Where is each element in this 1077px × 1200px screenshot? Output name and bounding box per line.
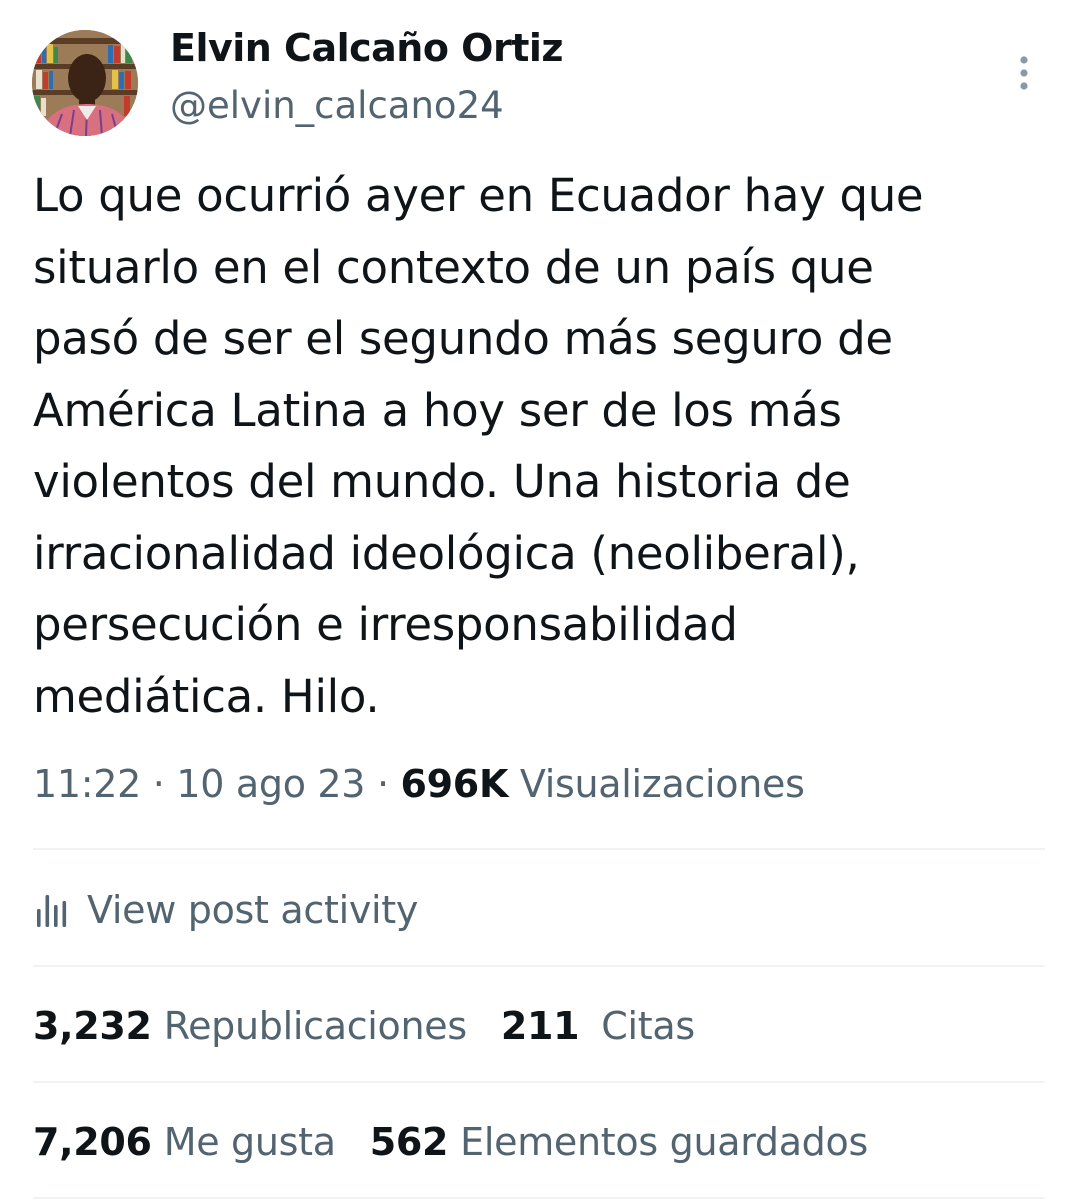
tweet-date[interactable]: 10 ago 23: [176, 762, 365, 806]
view-post-activity-label: View post activity: [87, 888, 419, 932]
views-label: Visualizaciones: [519, 762, 805, 806]
tweet-text: Lo que ocurrió ayer en Ecuador hay que s…: [33, 169, 924, 723]
bookmarks-count: 562: [369, 1120, 449, 1164]
likes-count: 7,206: [33, 1120, 152, 1164]
divider: [33, 1081, 1045, 1083]
views-count: 696K: [400, 762, 509, 806]
view-post-activity-link[interactable]: View post activity: [33, 882, 418, 938]
bookmarks-stat[interactable]: 562 Elementos guardados: [369, 1120, 869, 1164]
bookmarks-label: Elementos guardados: [460, 1120, 868, 1164]
avatar[interactable]: [32, 30, 138, 136]
stats-row-reposts-quotes: 3,232 Republicaciones 211 Citas: [33, 998, 695, 1054]
reposts-label: Republicaciones: [163, 1004, 467, 1048]
reposts-stat[interactable]: 3,232 Republicaciones: [33, 1004, 467, 1048]
meta-separator: ·: [376, 762, 389, 806]
divider: [33, 848, 1045, 850]
reposts-count: 3,232: [33, 1004, 152, 1048]
author-display-name[interactable]: Elvin Calcaño Ortiz: [170, 26, 564, 70]
stats-row-likes-bookmarks: 7,206 Me gusta 562 Elementos guardados: [33, 1114, 868, 1170]
tweet-meta: 11:22 · 10 ago 23 · 696K Visualizaciones: [33, 762, 805, 806]
quotes-count: 211: [500, 1004, 580, 1048]
meta-separator: ·: [152, 762, 165, 806]
likes-label: Me gusta: [163, 1120, 336, 1164]
bar-chart-icon: [37, 895, 67, 927]
more-options-button[interactable]: [1006, 52, 1042, 96]
tweet-time[interactable]: 11:22: [33, 762, 141, 806]
divider: [33, 965, 1045, 967]
more-vertical-icon: [1020, 56, 1028, 90]
divider: [33, 1197, 1045, 1199]
author-handle[interactable]: @elvin_calcano24: [170, 84, 504, 127]
likes-stat[interactable]: 7,206 Me gusta: [33, 1120, 336, 1164]
quotes-label: Citas: [601, 1004, 695, 1048]
avatar-photo: [32, 30, 138, 136]
tweet-header: Elvin Calcaño Ortiz @elvin_calcano24: [0, 0, 1077, 150]
quotes-stat[interactable]: 211 Citas: [501, 1004, 695, 1048]
